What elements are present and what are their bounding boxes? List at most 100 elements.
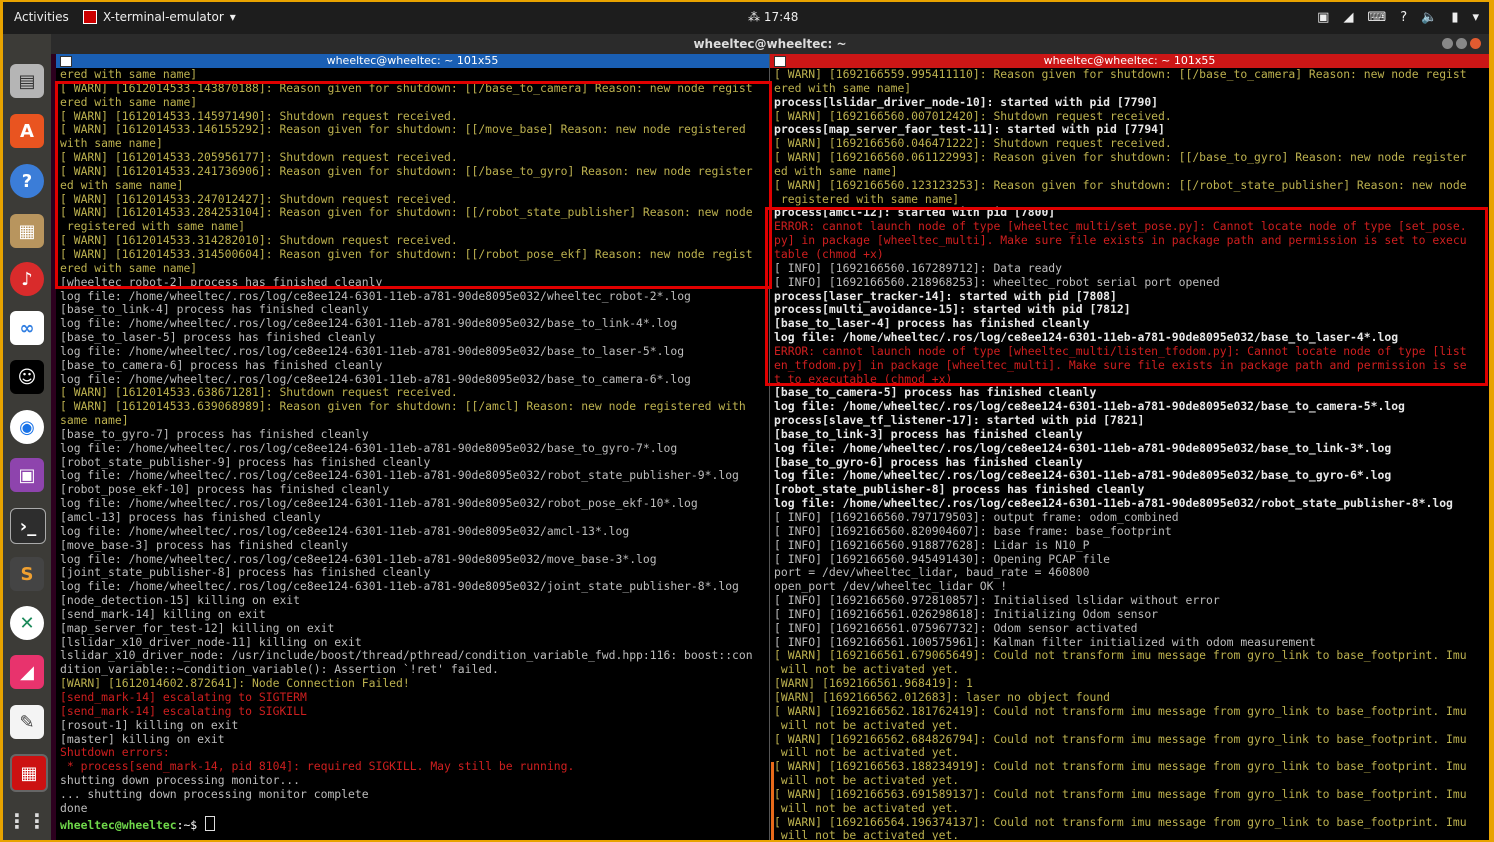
terminal-line: [base_to_gyro-6] process has finished cl…	[774, 454, 1083, 469]
baidu-netdisk-icon[interactable]: ∞	[10, 311, 44, 345]
terminal-line: [ WARN] [1612014533.284253104]: Reason g…	[60, 205, 753, 220]
terminal-line: lslidar_x10_driver_node: /usr/include/bo…	[60, 648, 753, 663]
terminal-line: [ WARN] [1692166564.196374137]: Could no…	[774, 814, 1467, 829]
software-center-icon[interactable]: A	[10, 114, 44, 148]
close-button[interactable]	[1470, 38, 1481, 49]
terminal-line: [map_server_for_test-12] killing on exit	[60, 620, 335, 635]
terminal-line: [master] killing on exit	[60, 731, 225, 746]
terminal-line: [base_to_gyro-7] process has finished cl…	[60, 426, 369, 441]
keyboard-icon[interactable]: ⌨	[1367, 10, 1386, 25]
terminal-line: [ WARN] [1692166560.007012420]: Shutdown…	[774, 108, 1172, 123]
terminal-line: process[lslidar_driver_node-10]: started…	[774, 94, 1159, 109]
terminal-line: [amcl-13] process has finished cleanly	[60, 510, 321, 524]
window-controls	[1442, 38, 1481, 49]
terminal-line: [ INFO] [1692166560.972810857]: Initiali…	[774, 593, 1220, 608]
terminal-line: [wheeltec_robot-2] process has finished …	[60, 274, 383, 289]
files-icon[interactable]: ▤	[10, 64, 44, 98]
terminal-line: [base_to_camera-6] process has finished …	[60, 357, 383, 372]
terminal-line: [ WARN] [1612014533.143870188]: Reason g…	[60, 80, 753, 95]
xmind-icon[interactable]: ✕	[10, 606, 44, 640]
terminal-line: [ WARN] [1692166560.123123253]: Reason g…	[774, 177, 1467, 192]
terminal-line: done	[60, 800, 88, 815]
screen-recorder-icon[interactable]: ▣	[10, 458, 44, 492]
terminal-line: log file: /home/wheeltec/.ros/log/ce8ee1…	[774, 440, 1392, 455]
maximize-button[interactable]	[1456, 38, 1467, 49]
terminal-line: [ WARN] [1692166562.181762419]: Could no…	[774, 703, 1467, 718]
terminal-line: process[slave_tf_listener-17]: started w…	[774, 413, 1145, 428]
terminal-line: registered with same name]	[774, 191, 960, 206]
terminal-line: [ INFO] [1692166561.075967732]: Odom sen…	[774, 620, 1138, 635]
archive-manager-icon[interactable]: ▦	[10, 214, 44, 248]
terminal-line: [ WARN] [1692166561.679065649]: Could no…	[774, 648, 1467, 663]
text-editor-icon[interactable]: ✎	[10, 705, 44, 739]
terminal-line: log file: /home/wheeltec/.ros/log/ce8ee1…	[60, 551, 657, 566]
help-icon[interactable]: ?	[10, 164, 44, 198]
terminal-line: [WARN] [1692166561.968419]: 1	[774, 676, 973, 691]
minimize-button[interactable]	[1442, 38, 1453, 49]
terminal-line: ered with same name]	[60, 67, 198, 81]
volume-icon[interactable]: 🔈	[1421, 10, 1437, 25]
terminal-line: [WARN] [1612014602.872641]: Node Connect…	[60, 676, 410, 691]
terminal-line: [send_mark-14] escalating to SIGTERM	[60, 689, 307, 704]
chevron-down-icon[interactable]: ▾	[1472, 10, 1479, 25]
terminal-line: [ WARN] [1612014533.314500604]: Reason g…	[60, 246, 753, 261]
app-menu[interactable]: X-terminal-emulator ▾	[83, 10, 236, 24]
terminal-line: en_tfodom.py] in package [wheeltec_multi…	[774, 357, 1467, 372]
terminal-line: will not be activated yet.	[774, 745, 960, 760]
terminal-line: will not be activated yet.	[774, 828, 960, 840]
terminal-line: will not be activated yet.	[774, 717, 960, 732]
window-title-bar[interactable]: wheeltec@wheeltec: ~	[51, 34, 1489, 54]
shell-prompt-line[interactable]: wheeltec@wheeltec:~$	[60, 815, 769, 833]
feishu-tray-icon[interactable]: ◢	[1343, 10, 1353, 25]
activities-button[interactable]: Activities	[14, 10, 69, 24]
feishu-icon[interactable]: ◢	[10, 655, 44, 689]
terminal-line: log file: /home/wheeltec/.ros/log/ce8ee1…	[60, 343, 685, 358]
terminal-line: will not be activated yet.	[774, 773, 960, 788]
terminal-line: [ WARN] [1612014533.146155292]: Reason g…	[60, 122, 746, 137]
terminal-line: ERROR: cannot launch node of type [wheel…	[774, 219, 1467, 234]
clock-label: 17:48	[763, 10, 799, 24]
app-menu-label: X-terminal-emulator	[103, 10, 224, 24]
show-applications-icon[interactable]: ⋮⋮	[7, 804, 47, 838]
terminal-line: [base_to_link-3] process has finished cl…	[774, 426, 1083, 441]
terminal-app-icon	[83, 10, 97, 24]
left-pane-title-bar[interactable]: wheeltec@wheeltec: ~ 101x55	[56, 54, 769, 68]
terminator-icon[interactable]: ▦	[10, 754, 48, 792]
terminal-line: [ INFO] [1692166560.167289712]: Data rea…	[774, 260, 1063, 275]
terminal-line: [ INFO] [1692166560.820904607]: base fra…	[774, 523, 1172, 538]
clock[interactable]: ⁂ 17:48	[748, 10, 798, 24]
sublime-text-icon[interactable]: S	[10, 557, 44, 591]
terminal-line: log file: /home/wheeltec/.ros/log/ce8ee1…	[774, 468, 1392, 483]
netease-music-icon[interactable]: ♪	[10, 262, 44, 296]
right-terminal-output[interactable]: [ WARN] [1692166559.995411110]: Reason g…	[774, 67, 1489, 840]
terminal-line: Shutdown errors:	[60, 745, 170, 760]
left-terminal-output[interactable]: ered with same name][ WARN] [1612014533.…	[60, 67, 769, 840]
terminal-icon[interactable]: ›_	[10, 508, 46, 544]
terminal-line: process[map_server_faor_test-11]: starte…	[774, 122, 1165, 137]
terminal-line: [ INFO] [1692166560.218968253]: wheeltec…	[774, 274, 1220, 289]
qq-icon[interactable]: ☺	[10, 360, 44, 394]
right-terminal-pane[interactable]: wheeltec@wheeltec: ~ 101x55 [ WARN] [169…	[770, 54, 1489, 840]
terminal-line: ered with same name]	[60, 260, 198, 275]
battery-icon[interactable]: ▮	[1451, 10, 1458, 25]
terminal-line: process[amcl-12]: started with pid [7800…	[774, 205, 1056, 220]
terminal-line: [ WARN] [1612014533.241736906]: Reason g…	[60, 163, 753, 178]
chrome-icon[interactable]: ◉	[10, 410, 44, 444]
right-pane-title-bar[interactable]: wheeltec@wheeltec: ~ 101x55	[770, 54, 1489, 68]
system-tray[interactable]: ▣ ◢ ⌨ ? 🔈 ▮ ▾	[1317, 10, 1479, 25]
terminal-line: log file: /home/wheeltec/.ros/log/ce8ee1…	[774, 496, 1453, 511]
terminal-line: [ WARN] [1692166563.691589137]: Could no…	[774, 786, 1467, 801]
terminal-line: ed with same name]	[774, 163, 898, 178]
right-pane-title: wheeltec@wheeltec: ~ 101x55	[1043, 54, 1216, 67]
terminal-line: [base_to_laser-4] process has finished c…	[774, 316, 1090, 331]
left-terminal-pane[interactable]: wheeltec@wheeltec: ~ 101x55 ered with sa…	[56, 54, 769, 840]
terminal-line: [robot_pose_ekf-10] process has finished…	[60, 482, 390, 497]
text-cursor	[205, 815, 216, 831]
camera-icon[interactable]: ▣	[1317, 10, 1329, 25]
help-tray-icon[interactable]: ?	[1400, 10, 1407, 25]
left-pane-title: wheeltec@wheeltec: ~ 101x55	[326, 54, 499, 67]
terminal-line: registered with same name]	[60, 219, 246, 234]
terminal-line: with same name]	[60, 136, 163, 151]
terminal-line: [ WARN] [1692166563.188234919]: Could no…	[774, 759, 1467, 774]
terminal-line: [node_detection-15] killing on exit	[60, 593, 301, 608]
